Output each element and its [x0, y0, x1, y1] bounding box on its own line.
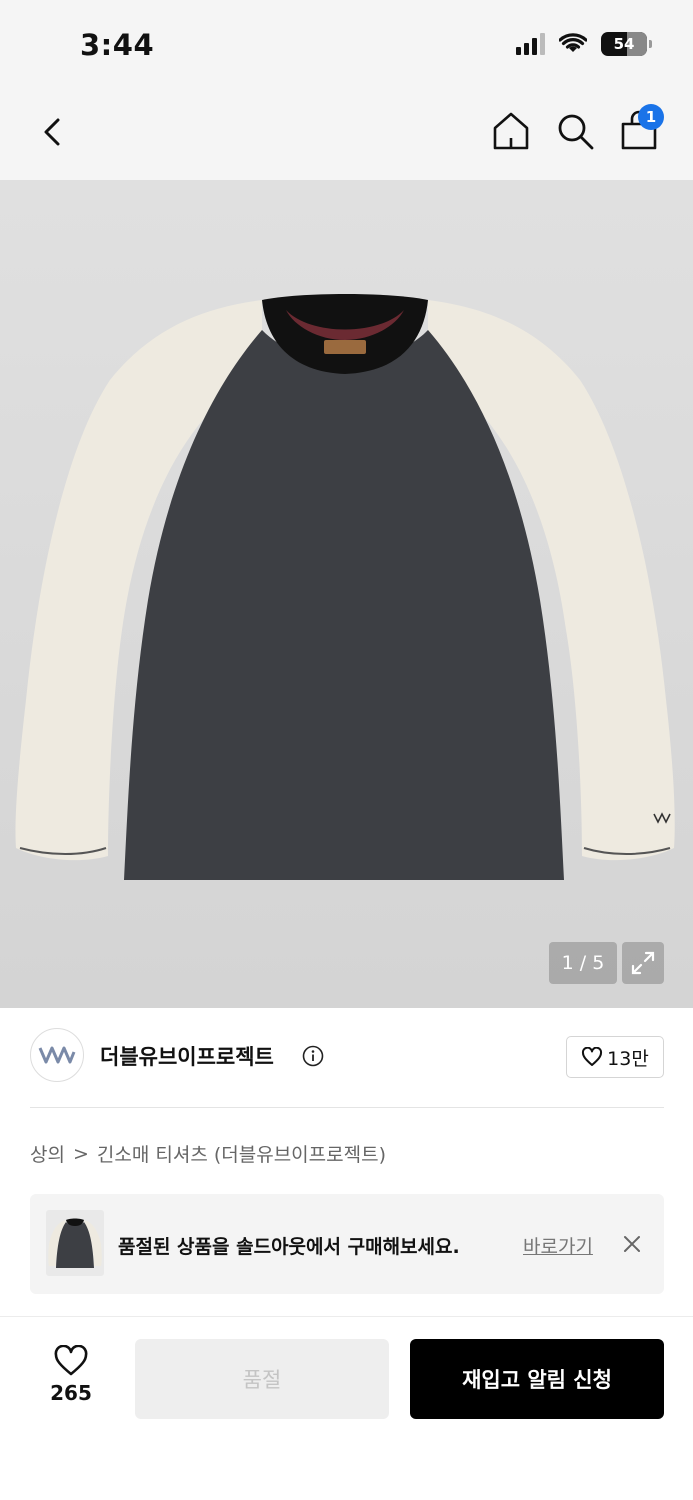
cart-button[interactable]: 1 [618, 104, 664, 152]
brand-like-button[interactable]: 13만 [566, 1036, 664, 1078]
search-button[interactable] [554, 110, 596, 152]
chevron-left-icon [44, 118, 60, 146]
product-photo [15, 294, 675, 880]
restock-alert-button[interactable]: 재입고 알림 신청 [410, 1339, 664, 1419]
status-time: 3:44 [80, 28, 155, 62]
brand-logo-mark [38, 1046, 76, 1064]
soldout-banner: 품절된 상품을 솔드아웃에서 구매해보세요. 바로가기 [30, 1194, 664, 1294]
heart-icon [582, 1047, 603, 1066]
brand-row: 더블유브이프로젝트 13만 [30, 1028, 664, 1108]
battery-level: 54 [613, 35, 635, 53]
battery-icon: 54 [601, 32, 652, 56]
heart-icon [54, 1345, 88, 1376]
soldout-shortcut-link[interactable]: 바로가기 [523, 1232, 593, 1259]
home-icon [493, 112, 529, 150]
cart-count-badge: 1 [638, 104, 664, 130]
expand-icon [631, 951, 655, 975]
back-button[interactable] [34, 112, 74, 152]
nav-bar: 1 [0, 88, 693, 180]
cellular-signal-icon [516, 33, 545, 55]
soldout-button: 품절 [135, 1339, 389, 1419]
wifi-icon [559, 33, 587, 52]
home-button[interactable] [490, 110, 532, 152]
expand-image-button[interactable] [622, 942, 664, 984]
status-bar: 3:44 54 [0, 0, 693, 88]
status-icons: 54 [516, 32, 652, 56]
breadcrumb-subcategory[interactable]: 긴소매 티셔츠 (더블유브이프로젝트) [97, 1140, 386, 1167]
brand-name[interactable]: 더블유브이프로젝트 [100, 1041, 274, 1071]
search-icon [558, 114, 594, 150]
bottom-action-bar: 265 품절 재입고 알림 신청 [0, 1316, 693, 1500]
wishlist-button[interactable]: 265 [36, 1345, 106, 1415]
info-icon[interactable] [302, 1045, 324, 1067]
image-counter: 1 / 5 [549, 942, 617, 984]
brand-logo[interactable] [30, 1028, 84, 1082]
wishlist-count: 265 [50, 1381, 92, 1405]
product-thumbnail [48, 1218, 102, 1268]
breadcrumb-category[interactable]: 상의 [30, 1140, 65, 1167]
brand-like-count: 13만 [607, 1047, 649, 1070]
breadcrumb-separator: > [72, 1142, 89, 1165]
soldout-message: 품절된 상품을 솔드아웃에서 구매해보세요. [118, 1236, 460, 1258]
close-icon[interactable] [620, 1232, 644, 1256]
product-image[interactable] [0, 180, 693, 1008]
breadcrumb: 상의 > 긴소매 티셔츠 (더블유브이프로젝트) [30, 1140, 386, 1167]
soldout-thumbnail [46, 1210, 104, 1276]
